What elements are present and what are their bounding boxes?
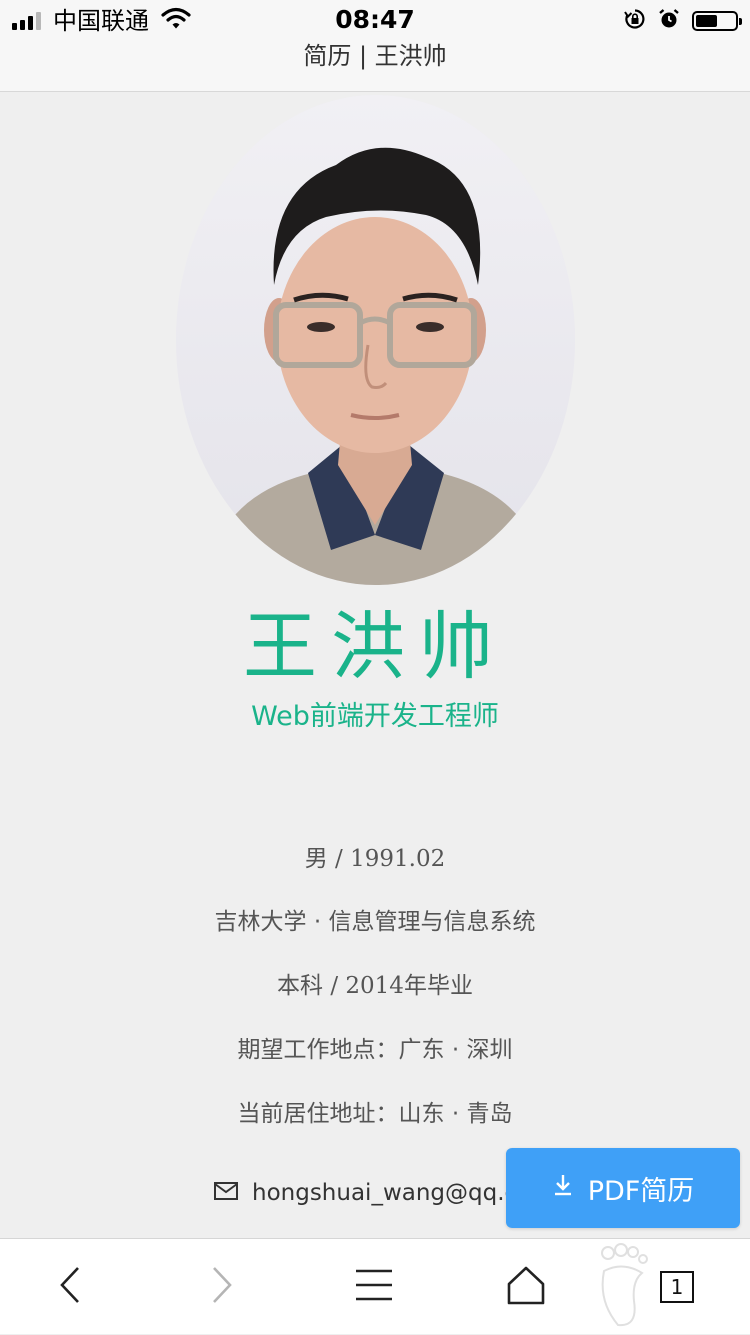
graduation-year: 2014 <box>345 973 404 999</box>
forward-icon <box>210 1265 234 1309</box>
gender-birth-line: 男 / 1991.02 <box>0 843 750 875</box>
browser-toolbar: 1 <box>0 1238 750 1334</box>
education-line: 吉林大学 · 信息管理与信息系统 <box>214 909 536 935</box>
email-row[interactable]: hongshuai_wang@qq.co <box>214 1176 531 1210</box>
job-title: Web前端开发工程师 <box>251 701 499 732</box>
forward-button[interactable] <box>177 1239 267 1335</box>
current-address: 当前居住地址：山东 · 青岛 <box>237 1101 513 1127</box>
status-bar: 中国联通 08:47 <box>0 0 750 40</box>
tabs-icon: 1 <box>660 1271 694 1303</box>
candidate-name: 王洪帅 <box>243 604 507 690</box>
pdf-resume-label: PDF简历 <box>587 1175 695 1207</box>
navigation-bar: 简历 | 王洪帅 <box>0 40 750 92</box>
gender: 男 <box>304 846 328 872</box>
email-link[interactable]: hongshuai_wang@qq.co <box>252 1180 531 1206</box>
pdf-resume-button[interactable]: PDF简历 <box>506 1148 740 1228</box>
tabs-count: 1 <box>670 1275 684 1299</box>
battery-icon <box>692 11 742 31</box>
profile-photo <box>176 95 575 585</box>
degree-line: 本科 / 2014年毕业 <box>0 970 750 1002</box>
graduation-suffix: 年毕业 <box>403 973 473 999</box>
page-title: 简历 | 王洪帅 <box>303 42 447 70</box>
separator: / <box>323 973 346 999</box>
download-icon <box>552 1173 574 1204</box>
birth-date: 1991.02 <box>350 846 446 872</box>
mail-icon <box>214 1180 238 1206</box>
menu-icon <box>354 1268 394 1306</box>
separator: / <box>327 846 351 872</box>
home-button[interactable] <box>481 1239 571 1335</box>
back-icon <box>58 1265 82 1309</box>
back-button[interactable] <box>25 1239 115 1335</box>
expected-location: 期望工作地点：广东 · 深圳 <box>237 1037 513 1063</box>
menu-button[interactable] <box>329 1239 419 1335</box>
home-icon <box>506 1265 546 1309</box>
degree: 本科 <box>277 973 324 999</box>
tabs-button[interactable]: 1 <box>632 1239 722 1335</box>
alarm-icon <box>658 8 680 34</box>
rotation-lock-icon <box>624 8 646 34</box>
